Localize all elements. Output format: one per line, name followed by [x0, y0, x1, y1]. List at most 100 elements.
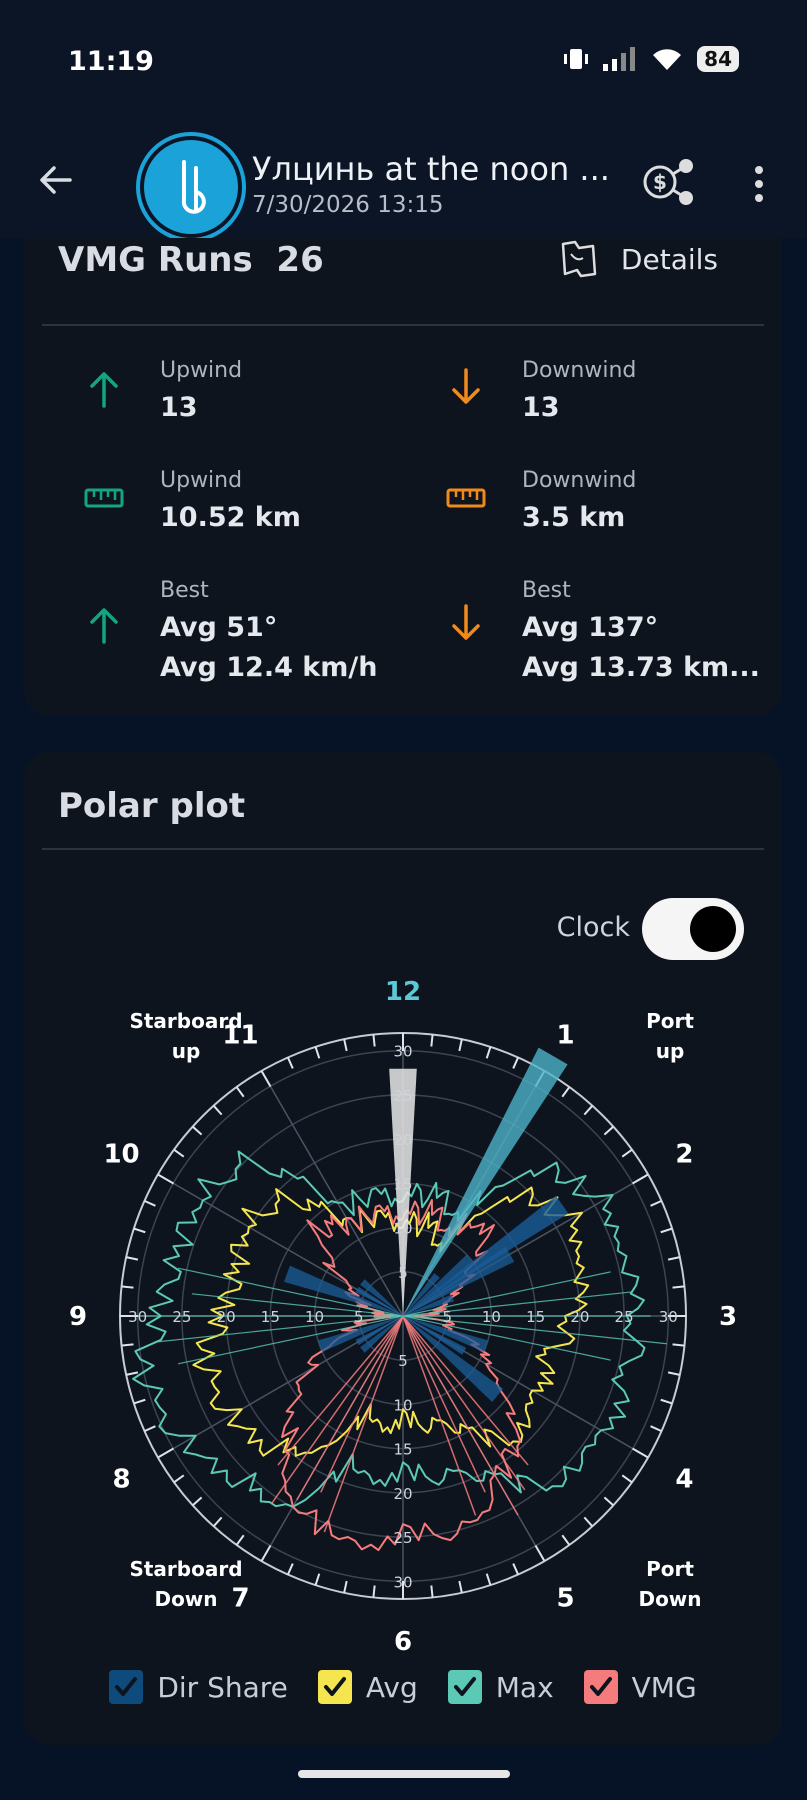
polar-tick — [235, 1534, 245, 1546]
vmg-runs-count: 26 — [276, 240, 324, 280]
kite-logo-icon — [181, 160, 206, 214]
polar-tick — [125, 1371, 139, 1376]
legend-dir-share[interactable]: Dir Share — [109, 1670, 288, 1704]
polar-tick — [667, 1371, 681, 1376]
polar-tick — [631, 1447, 649, 1459]
sector-label: Starboard — [129, 1557, 242, 1581]
polar-tick — [157, 1447, 175, 1459]
session-title: Улцинь at the noon ... — [252, 150, 610, 188]
legend-label: Dir Share — [157, 1670, 288, 1704]
polar-tick — [260, 1070, 272, 1088]
angular-label: 2 — [675, 1140, 693, 1170]
back-arrow-icon[interactable] — [36, 160, 76, 200]
toggle-knob — [690, 906, 736, 952]
radial-tick-label: 15 — [393, 1441, 412, 1459]
stat-label: Downwind — [522, 358, 637, 383]
legend-label: Avg — [365, 1670, 418, 1704]
polar-tick — [672, 1343, 685, 1347]
legend-max[interactable]: Max — [447, 1670, 554, 1704]
session-avatar[interactable] — [140, 136, 242, 238]
polar-tick — [672, 1285, 685, 1289]
legend-label: Max — [495, 1670, 554, 1704]
angular-label: 7 — [231, 1583, 249, 1613]
polar-tick — [603, 1496, 614, 1507]
dir-share-wedge — [284, 1265, 403, 1316]
home-indicator[interactable] — [298, 1770, 510, 1778]
polar-tick — [534, 1544, 546, 1562]
polar-tick — [157, 1173, 175, 1185]
radial-tick-label: 10 — [482, 1308, 501, 1326]
polar-tick — [667, 1256, 681, 1261]
sector-label: Down — [638, 1587, 701, 1611]
polar-tick — [343, 1038, 348, 1052]
legend-avg[interactable]: Avg — [317, 1670, 418, 1704]
stat-label: Upwind — [160, 468, 243, 493]
polar-tick — [121, 1343, 134, 1347]
radial-tick-label: 25 — [615, 1308, 634, 1326]
polar-tick — [561, 1534, 571, 1546]
signal-icon — [603, 47, 636, 71]
arrow-down-icon — [452, 604, 480, 640]
details-button[interactable]: Details — [557, 238, 718, 280]
radial-tick-label: 30 — [659, 1308, 678, 1326]
radial-tick-label: 10 — [393, 1220, 412, 1238]
polar-series — [132, 1047, 667, 1552]
polar-tick — [133, 1398, 146, 1405]
polar-tick — [260, 1544, 272, 1562]
vibrate-icon — [564, 49, 589, 69]
stat-upwind-distance: Upwind 10.52 km — [82, 468, 422, 568]
sector-label: Down — [154, 1587, 217, 1611]
polar-tick — [583, 1516, 594, 1527]
polar-tick — [212, 1105, 223, 1116]
polar-tick — [512, 1057, 520, 1069]
divider — [42, 848, 764, 850]
angular-label: 6 — [394, 1627, 412, 1657]
battery-level: 84 — [697, 46, 739, 72]
radial-tick-label: 5 — [442, 1308, 452, 1326]
radial-tick-label: 10 — [305, 1308, 324, 1326]
polar-tick — [650, 1199, 662, 1207]
polar-tick — [512, 1563, 520, 1575]
polar-tick — [430, 1034, 434, 1047]
stat-downwind-distance: Downwind 3.5 km — [444, 468, 784, 568]
polar-tick — [121, 1285, 134, 1289]
radial-tick-label: 30 — [393, 1043, 412, 1061]
vmg-runs-label: VMG Runs — [58, 240, 253, 280]
polar-tick — [583, 1105, 594, 1116]
radial-tick-label: 15 — [261, 1308, 280, 1326]
polar-tick — [603, 1125, 614, 1136]
radial-tick-label: 20 — [570, 1308, 589, 1326]
angular-label: 4 — [675, 1465, 693, 1495]
polar-tick — [314, 1573, 321, 1586]
stat-label: Upwind — [160, 358, 243, 383]
clock-toggle[interactable] — [642, 898, 744, 960]
stat-upwind-runs: Upwind 13 — [82, 358, 422, 458]
angular-label: 12 — [385, 977, 421, 1007]
stat-best-upwind: Best Avg 51° Avg 12.4 km/h — [82, 578, 422, 683]
angular-label: 5 — [556, 1583, 574, 1613]
polar-tick — [372, 1585, 376, 1598]
arrow-up-icon — [90, 608, 118, 644]
sector-label: up — [172, 1039, 201, 1063]
radial-tick-label: 5 — [354, 1308, 364, 1326]
share-icon[interactable]: $ — [640, 156, 696, 208]
radial-tick-label: 30 — [393, 1573, 412, 1591]
stat-best-downwind: Best Avg 137° Avg 13.73 km... — [444, 578, 784, 683]
legend-vmg[interactable]: VMG — [583, 1670, 697, 1704]
polar-tick — [173, 1474, 185, 1484]
more-options-icon[interactable] — [744, 164, 774, 204]
radial-tick-label: 20 — [217, 1308, 236, 1326]
sector-label: Starboard — [129, 1009, 242, 1033]
app-bar: Улцинь at the noon ... 7/30/2026 13:15 $ — [0, 120, 807, 238]
stat-value: 3.5 km — [522, 502, 626, 533]
status-bar: 11:19 84 — [0, 0, 807, 120]
polar-tick — [631, 1173, 649, 1185]
radial-tick-label: 20 — [393, 1131, 412, 1149]
polar-tick — [133, 1227, 146, 1234]
checkbox-checked-icon — [583, 1670, 618, 1704]
polar-tick — [144, 1425, 156, 1433]
wifi-icon — [653, 49, 682, 70]
svg-text:$: $ — [653, 170, 667, 194]
polar-tick — [125, 1256, 139, 1261]
radial-tick-label: 30 — [128, 1308, 147, 1326]
